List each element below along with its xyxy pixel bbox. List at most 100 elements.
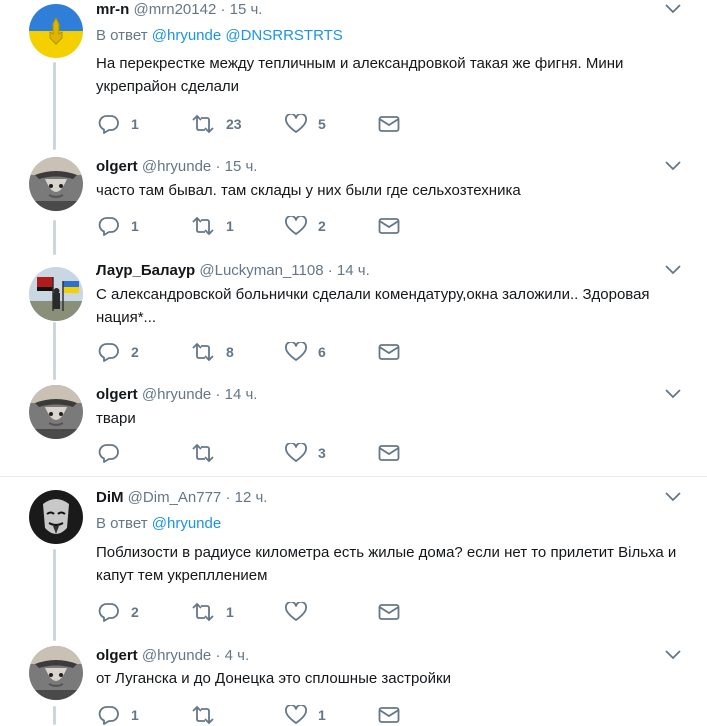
envelope-icon	[378, 445, 400, 461]
chevron-down-icon[interactable]	[665, 4, 681, 14]
avatar[interactable]	[29, 490, 83, 544]
author-handle[interactable]: @hryunde	[142, 158, 211, 175]
avatar[interactable]	[29, 4, 83, 58]
like-button[interactable]: 3	[285, 442, 326, 464]
tweet[interactable]: mr-n @mrn20142 · 15 ч. В ответ @hryunde …	[0, 0, 707, 150]
like-button[interactable]: 6	[285, 341, 326, 363]
retweet-icon	[192, 443, 214, 463]
separator-dot: ·	[215, 158, 221, 175]
chevron-down-icon[interactable]	[665, 265, 681, 275]
retweet-button[interactable]	[191, 704, 226, 726]
dm-button[interactable]	[378, 215, 400, 237]
reply-icon	[98, 343, 119, 362]
heart-icon	[285, 602, 307, 621]
author-name[interactable]: DiM	[96, 489, 124, 506]
heart-icon	[285, 216, 307, 235]
reply-button[interactable]: 1	[98, 215, 139, 237]
avatar[interactable]	[29, 267, 83, 321]
reply-mentions[interactable]: @hryunde	[152, 515, 221, 532]
retweet-button[interactable]: 1	[191, 601, 234, 623]
reply-button[interactable]: 1	[98, 704, 139, 726]
avatar[interactable]	[29, 385, 83, 439]
separator-dot: ·	[215, 647, 221, 664]
author-name[interactable]: olgert	[96, 647, 138, 664]
timestamp[interactable]: 4 ч.	[225, 647, 250, 664]
dm-button[interactable]	[378, 113, 400, 135]
author-name[interactable]: olgert	[96, 386, 138, 403]
envelope-icon	[378, 116, 400, 132]
reply-count: 1	[131, 116, 139, 132]
dm-button[interactable]	[378, 601, 400, 623]
reply-count: 1	[131, 707, 139, 723]
timestamp[interactable]: 12 ч.	[235, 489, 268, 506]
separator-dot: ·	[215, 386, 221, 403]
envelope-icon	[378, 604, 400, 620]
like-count: 5	[318, 116, 326, 132]
author-name[interactable]: Лаур_Балаур	[96, 262, 195, 279]
avatar[interactable]	[29, 157, 83, 211]
tweet[interactable]: olgert @hryunde · 4 ч. от Луганска и до …	[0, 646, 707, 725]
reply-button[interactable]	[98, 442, 131, 464]
reply-button[interactable]: 2	[98, 601, 139, 623]
like-button[interactable]: 2	[285, 215, 326, 237]
dm-button[interactable]	[378, 704, 400, 726]
heart-icon	[285, 705, 307, 724]
reply-prefix: В ответ	[96, 515, 148, 532]
chevron-down-icon[interactable]	[665, 492, 681, 502]
separator-dot: ·	[220, 1, 226, 18]
retweet-button[interactable]: 8	[191, 341, 234, 363]
reply-count: 2	[131, 604, 139, 620]
author-handle[interactable]: @hryunde	[142, 647, 211, 664]
reply-icon	[98, 217, 119, 236]
reply-count: 2	[131, 344, 139, 360]
retweet-button[interactable]	[191, 442, 226, 464]
heart-icon	[285, 342, 307, 361]
timestamp[interactable]: 14 ч.	[225, 386, 258, 403]
like-count: 6	[318, 344, 326, 360]
chevron-down-icon[interactable]	[665, 161, 681, 171]
avatar[interactable]	[29, 646, 83, 700]
retweet-count: 8	[226, 344, 234, 360]
like-button[interactable]: 5	[285, 113, 326, 135]
dm-button[interactable]	[378, 341, 400, 363]
tweet[interactable]: DiM @Dim_An777 · 12 ч. В ответ @hryunde …	[0, 488, 707, 638]
tweet[interactable]: Лаур_Балаур @Luckyman_1108 · 14 ч. С але…	[0, 261, 707, 381]
retweet-icon	[192, 602, 214, 622]
author-handle[interactable]: @mrn20142	[134, 1, 217, 18]
timestamp[interactable]: 15 ч.	[230, 1, 263, 18]
reply-prefix: В ответ	[96, 27, 148, 44]
timestamp[interactable]: 15 ч.	[225, 158, 258, 175]
like-button[interactable]	[285, 601, 318, 623]
tweet-text: от Луганска и до Донецка это сплошные за…	[96, 670, 451, 687]
chevron-down-icon[interactable]	[665, 389, 681, 399]
like-count: 1	[318, 707, 326, 723]
retweet-count: 23	[226, 116, 242, 132]
tweet[interactable]: olgert @hryunde · 15 ч. часто там бывал.…	[0, 157, 707, 252]
dm-button[interactable]	[378, 442, 400, 464]
author-handle[interactable]: @Luckyman_1108	[199, 262, 323, 279]
reply-button[interactable]: 1	[98, 113, 139, 135]
retweet-icon	[192, 705, 214, 725]
tweet[interactable]: olgert @hryunde · 14 ч. твари 3	[0, 385, 707, 470]
reply-icon	[98, 115, 119, 134]
chevron-down-icon[interactable]	[665, 650, 681, 660]
author-name[interactable]: olgert	[96, 158, 138, 175]
author-name[interactable]: mr-n	[96, 1, 129, 18]
reply-icon	[98, 706, 119, 725]
reply-mentions[interactable]: @hryunde @DNSRRSTRTS	[152, 27, 343, 44]
like-count: 2	[318, 218, 326, 234]
reply-icon	[98, 444, 119, 463]
tweet-text: часто там бывал. там склады у них были г…	[96, 182, 521, 199]
tweet-text: На перекрестке между тепличным и алексан…	[96, 55, 624, 95]
timestamp[interactable]: 14 ч.	[337, 262, 370, 279]
author-handle[interactable]: @Dim_An777	[128, 489, 222, 506]
like-button[interactable]: 1	[285, 704, 326, 726]
heart-icon	[285, 114, 307, 133]
reply-button[interactable]: 2	[98, 341, 139, 363]
envelope-icon	[378, 344, 400, 360]
retweet-button[interactable]: 23	[191, 113, 242, 135]
retweet-button[interactable]: 1	[191, 215, 234, 237]
retweet-icon	[192, 342, 214, 362]
reply-icon	[98, 603, 119, 622]
author-handle[interactable]: @hryunde	[142, 386, 211, 403]
